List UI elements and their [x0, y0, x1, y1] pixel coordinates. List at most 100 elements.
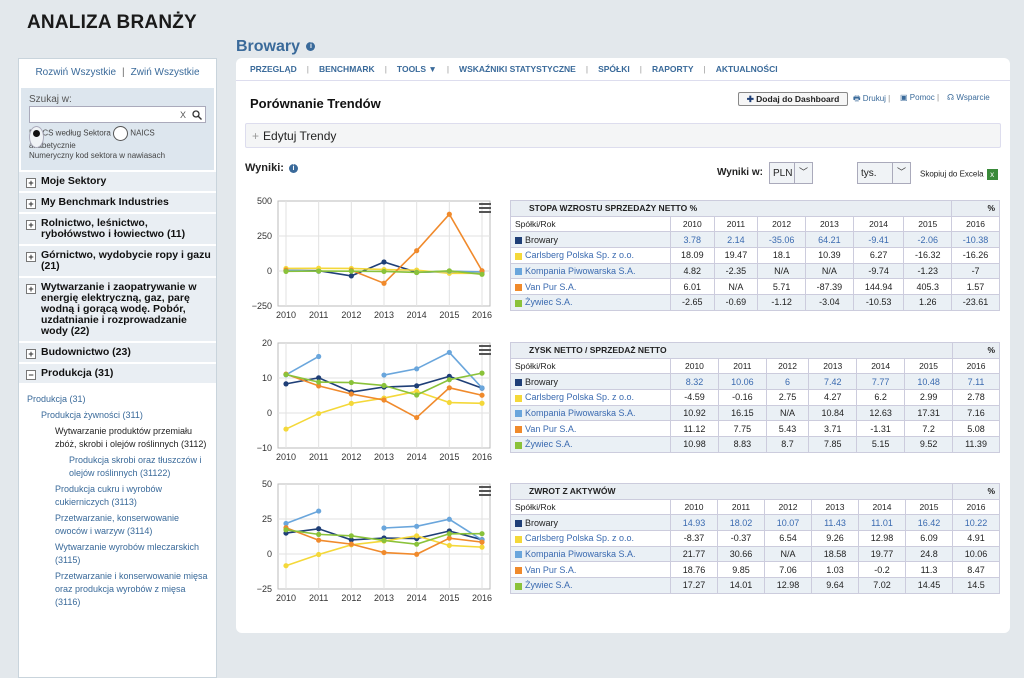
data-point[interactable] [446, 377, 452, 383]
data-point[interactable] [446, 542, 452, 549]
nav-reports[interactable]: RAPORTY [642, 64, 704, 74]
data-point[interactable] [283, 527, 289, 533]
data-point[interactable] [414, 383, 420, 389]
category-item[interactable]: + Rolnictwo, leśnictwo, rybołówstwo i łow… [19, 214, 216, 246]
data-point[interactable] [414, 366, 420, 372]
data-point[interactable] [348, 533, 354, 539]
data-point[interactable] [283, 563, 289, 569]
category-item[interactable]: + Wytwarzanie i zaopatrywanie w energię e… [19, 278, 216, 343]
company-name[interactable]: Van Pur S.A. [525, 282, 576, 292]
tree-item[interactable]: Produkcja cukru i wyrobów cukierniczych … [55, 483, 210, 509]
plus-icon[interactable]: + [26, 220, 36, 230]
data-point[interactable] [348, 273, 354, 279]
data-point[interactable] [316, 537, 322, 543]
chart-menu-icon[interactable] [479, 203, 491, 213]
data-point[interactable] [316, 531, 322, 537]
data-point[interactable] [446, 516, 452, 522]
data-point[interactable] [446, 349, 452, 356]
data-point[interactable] [479, 539, 485, 545]
edit-trends-bar[interactable]: + Edytuj Trendy [245, 123, 1001, 148]
data-point[interactable] [446, 385, 452, 391]
data-point[interactable] [381, 259, 387, 265]
company-name[interactable]: Żywiec S.A. [525, 580, 573, 590]
data-point[interactable] [414, 541, 420, 547]
data-point[interactable] [414, 523, 420, 529]
data-point[interactable] [348, 268, 354, 274]
data-point[interactable] [414, 269, 420, 276]
company-cell[interactable]: Żywiec S.A. [510, 294, 671, 311]
units-select[interactable]: tys. ﹀ [857, 162, 911, 184]
data-point[interactable] [348, 391, 354, 397]
company-cell[interactable]: Kompania Piwowarska S.A. [510, 404, 671, 422]
data-point[interactable] [479, 392, 485, 398]
data-point[interactable] [348, 400, 354, 406]
data-point[interactable] [283, 381, 289, 387]
data-point[interactable] [414, 392, 420, 398]
nav-news[interactable]: AKTUALNOŚCI [706, 64, 788, 74]
data-point[interactable] [316, 551, 322, 558]
info-icon[interactable]: i [306, 42, 316, 52]
add-to-dashboard-button[interactable]: ✚ Dodaj do Dashboard [738, 92, 848, 106]
tree-item[interactable]: Przetwarzanie i konserwowanie mięsa oraz… [55, 570, 210, 609]
clear-icon[interactable]: X [180, 110, 186, 120]
collapse-all-link[interactable]: Zwiń Wszystkie [131, 67, 200, 78]
tree-item[interactable]: Produkcja skrobi oraz tłuszczów i olejów… [69, 454, 210, 480]
plus-icon[interactable]: + [26, 349, 36, 359]
company-cell[interactable]: Van Pur S.A. [510, 561, 671, 579]
copy-to-excel-link[interactable]: Skopiuj do Excela x [920, 169, 998, 180]
plus-icon[interactable]: + [26, 284, 36, 294]
company-cell[interactable]: Carlsberg Polska Sp. z o.o. [510, 530, 671, 547]
minus-icon[interactable]: − [26, 370, 36, 380]
category-item[interactable]: + Budownictwo (23) [19, 343, 216, 364]
nav-statistics[interactable]: WSKAŹNIKI STATYSTYCZNE [449, 64, 586, 74]
chart-menu-icon[interactable] [479, 345, 491, 355]
data-point[interactable] [316, 508, 322, 514]
company-name[interactable]: Van Pur S.A. [525, 565, 576, 575]
data-point[interactable] [381, 537, 387, 544]
data-point[interactable] [479, 385, 485, 391]
data-point[interactable] [381, 280, 387, 286]
data-point[interactable] [414, 533, 420, 539]
data-point[interactable] [316, 353, 322, 360]
radio-naics-alpha[interactable] [113, 126, 129, 141]
data-point[interactable] [414, 248, 420, 254]
data-point[interactable] [316, 379, 322, 385]
data-point[interactable] [446, 399, 452, 406]
company-cell[interactable]: Kompania Piwowarska S.A. [510, 262, 671, 280]
data-point[interactable] [381, 397, 387, 403]
company-name[interactable]: Carlsberg Polska Sp. z o.o. [525, 250, 634, 260]
data-point[interactable] [283, 371, 289, 378]
data-point[interactable] [479, 271, 485, 277]
company-cell[interactable]: Carlsberg Polska Sp. z o.o. [510, 389, 671, 406]
company-cell[interactable]: Żywiec S.A. [510, 436, 671, 453]
radio-naics-sector[interactable] [29, 126, 44, 148]
tree-item[interactable]: Produkcja żywności (311) [41, 409, 210, 422]
plus-icon[interactable]: + [26, 199, 36, 209]
support-link[interactable]: ☊ Wsparcie [947, 93, 990, 102]
data-point[interactable] [381, 372, 387, 378]
data-point[interactable] [348, 379, 354, 386]
search-input[interactable]: X [29, 106, 206, 123]
nav-benchmark[interactable]: BENCHMARK [309, 64, 385, 74]
help-link[interactable]: ▣ Pomoc | [900, 93, 939, 102]
data-point[interactable] [316, 410, 322, 417]
data-point[interactable] [479, 531, 485, 537]
company-cell[interactable]: Żywiec S.A. [510, 577, 671, 594]
data-point[interactable] [381, 382, 387, 389]
company-name[interactable]: Żywiec S.A. [525, 297, 573, 307]
data-point[interactable] [381, 525, 387, 531]
data-point[interactable] [479, 400, 485, 406]
category-item-expanded[interactable]: − Produkcja (31) [19, 364, 216, 385]
category-item[interactable]: + Górnictwo, wydobycie ropy i gazu (21) [19, 246, 216, 278]
data-point[interactable] [479, 544, 485, 550]
data-point[interactable] [446, 531, 452, 537]
search-icon[interactable] [192, 109, 202, 120]
company-cell[interactable]: Van Pur S.A. [510, 278, 671, 296]
plus-icon[interactable]: + [26, 178, 36, 188]
data-point[interactable] [479, 370, 485, 376]
category-item[interactable]: + Moje Sektory [19, 172, 216, 193]
data-point[interactable] [446, 268, 452, 274]
nav-tools[interactable]: TOOLS ▼ [387, 64, 447, 74]
data-point[interactable] [283, 426, 289, 432]
data-point[interactable] [381, 549, 387, 556]
